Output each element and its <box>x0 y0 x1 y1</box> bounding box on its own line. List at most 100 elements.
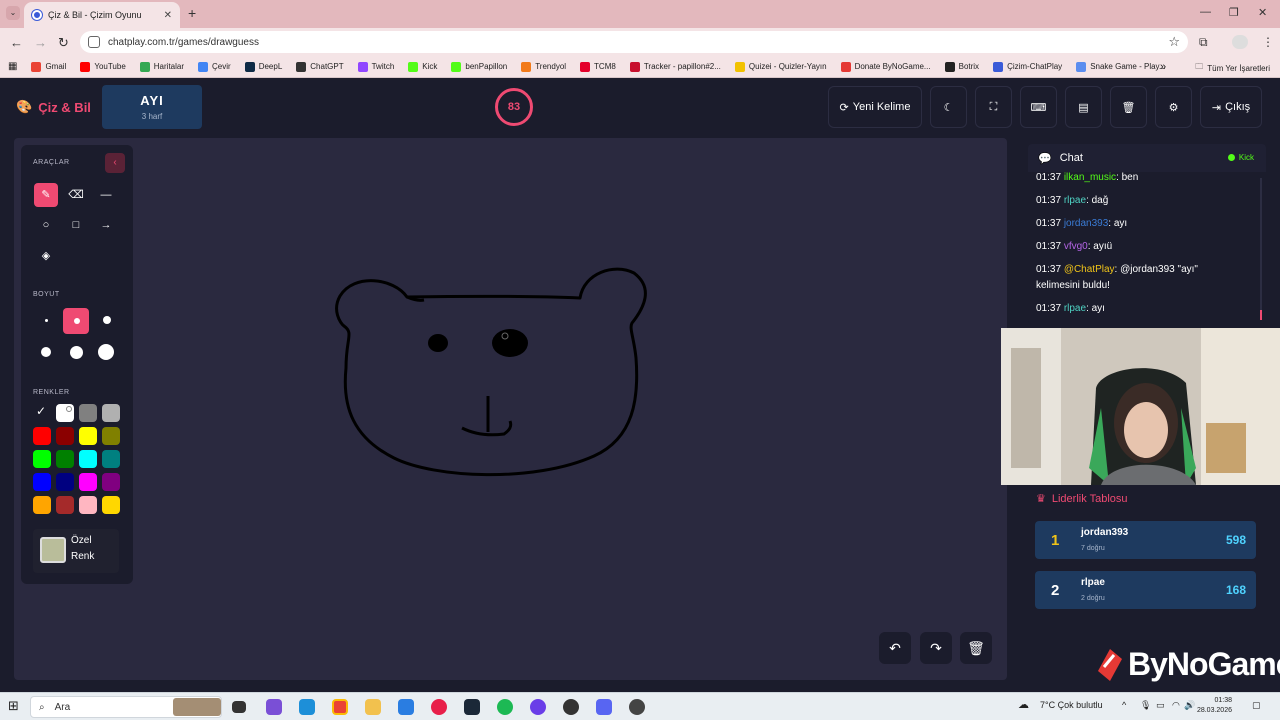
bookmark-item[interactable]: Twitch <box>357 61 394 72</box>
new-tab-button[interactable]: + <box>188 5 196 21</box>
chat-message-user[interactable]: @ChatPlay <box>1064 264 1115 275</box>
back-arrow-icon[interactable]: ← <box>10 35 23 50</box>
bookmark-item[interactable]: Botrix <box>944 61 979 72</box>
archive-button[interactable]: ▤ <box>1065 86 1102 128</box>
browser-tab[interactable]: Çiz & Bil - Çizim Oyunu ✕ <box>24 2 180 28</box>
spotify-icon[interactable] <box>497 699 513 715</box>
color-swatch[interactable] <box>102 473 120 491</box>
weather-text[interactable]: 7°C Çok bulutlu <box>1040 700 1103 710</box>
color-swatch[interactable] <box>79 404 97 422</box>
color-swatch[interactable] <box>33 496 51 514</box>
bookmark-item[interactable]: Çevir <box>198 61 231 72</box>
restore-icon[interactable]: ❐ <box>1229 6 1239 19</box>
bookmark-item[interactable]: Quizei - Quizler-Yayın <box>734 61 827 72</box>
size-option-6[interactable] <box>98 344 114 360</box>
site-info-icon[interactable] <box>88 36 100 48</box>
discord-icon[interactable] <box>596 699 612 715</box>
microphone-icon[interactable]: 🎙 <box>1140 700 1151 711</box>
task-view-icon[interactable] <box>232 701 246 713</box>
exit-button[interactable]: ⇥ Çıkış <box>1200 86 1262 128</box>
address-bar[interactable]: chatplay.com.tr/games/drawguess ☆ <box>80 31 1188 53</box>
forward-arrow-icon[interactable]: → <box>34 35 47 50</box>
color-swatch[interactable] <box>56 496 74 514</box>
color-swatch[interactable] <box>102 427 120 445</box>
bookmark-star-icon[interactable]: ☆ <box>1168 34 1180 50</box>
menu-kebab-icon[interactable]: ⋮ <box>1262 35 1274 49</box>
bookmark-item[interactable]: TCM8 <box>580 61 616 72</box>
apps-grid-icon[interactable]: ▦ <box>8 61 17 72</box>
windows-start-icon[interactable]: ⊞ <box>8 698 24 714</box>
close-tab-icon[interactable]: ✕ <box>164 10 172 21</box>
mail-icon[interactable] <box>398 699 414 715</box>
bookmark-item[interactable]: benPapillon <box>451 61 507 72</box>
edge-icon[interactable] <box>299 699 315 715</box>
bookmark-item[interactable]: DeepL <box>244 61 282 72</box>
chat-message-user[interactable]: jordan393 <box>1064 218 1108 229</box>
color-swatch[interactable] <box>33 473 51 491</box>
app-icon-1[interactable] <box>563 699 579 715</box>
obs-icon[interactable] <box>530 699 546 715</box>
color-swatch[interactable] <box>79 473 97 491</box>
color-swatch[interactable] <box>56 450 74 468</box>
steam-icon[interactable] <box>464 699 480 715</box>
pencil-tool-button[interactable]: ✎ <box>34 183 58 207</box>
bookmark-item[interactable]: ChatGPT <box>296 61 344 72</box>
fill-tool-button[interactable]: ◈ <box>34 244 58 268</box>
tab-search-button[interactable]: ⌄ <box>6 6 20 20</box>
eraser-tool-button[interactable]: ⌫ <box>64 183 88 207</box>
bookmark-item[interactable]: Snake Game - Play... <box>1076 61 1166 72</box>
chat-message-user[interactable]: vfvg0 <box>1064 241 1088 252</box>
size-option-1[interactable] <box>45 319 48 322</box>
network-icon[interactable]: ▭ <box>1156 700 1165 711</box>
color-swatch[interactable] <box>33 427 51 445</box>
color-swatch[interactable] <box>79 427 97 445</box>
all-bookmarks-button[interactable]: 🗀 Tüm Yer İşaretleri <box>1195 61 1270 75</box>
color-swatch[interactable] <box>33 450 51 468</box>
color-swatch[interactable] <box>56 473 74 491</box>
arrow-tool-button[interactable]: → <box>94 213 118 237</box>
bookmark-item[interactable]: Kick <box>408 61 437 72</box>
profile-avatar[interactable] <box>1232 35 1248 49</box>
tray-chevron-icon[interactable]: ^ <box>1122 700 1126 710</box>
notifications-icon[interactable]: ▢ <box>1252 700 1261 711</box>
collapse-panel-button[interactable]: ‹ <box>105 153 125 173</box>
wifi-icon[interactable]: ◠ <box>1172 700 1180 711</box>
chat-scrollbar[interactable] <box>1260 178 1262 320</box>
color-swatch[interactable] <box>56 404 74 422</box>
bookmark-item[interactable]: Donate ByNoGame... <box>840 61 931 72</box>
minimize-icon[interactable]: — <box>1200 6 1211 18</box>
app-icon-2[interactable] <box>629 699 645 715</box>
color-swatch[interactable] <box>102 450 120 468</box>
color-swatch[interactable] <box>102 496 120 514</box>
undo-button[interactable]: ↶ <box>879 632 911 664</box>
chat-message-user[interactable]: rlpae <box>1064 195 1086 206</box>
bookmark-item[interactable]: Haritalar <box>139 61 184 72</box>
color-swatch[interactable] <box>102 404 120 422</box>
color-swatch[interactable] <box>79 496 97 514</box>
copilot-icon[interactable] <box>266 699 282 715</box>
color-swatch[interactable]: ✓ <box>33 404 51 422</box>
line-tool-button[interactable]: — <box>94 183 118 207</box>
bookmark-item[interactable]: Çizim-ChatPlay <box>993 61 1062 72</box>
fullscreen-button[interactable]: ⛶ <box>975 86 1012 128</box>
size-option-4[interactable] <box>41 347 51 357</box>
bookmark-item[interactable]: YouTube <box>80 61 126 72</box>
rectangle-tool-button[interactable]: □ <box>64 213 88 237</box>
extensions-icon[interactable]: ⧉ <box>1199 35 1208 50</box>
chrome-icon[interactable] <box>332 699 348 715</box>
size-option-5[interactable] <box>70 346 83 359</box>
taskbar-clock[interactable]: 01:38 28.03.2026 <box>1196 696 1232 716</box>
bookmark-item[interactable]: Trendyol <box>521 61 566 72</box>
color-swatch[interactable] <box>56 427 74 445</box>
taskbar-search[interactable]: ⌕ Ara <box>30 696 222 718</box>
chat-message-user[interactable]: ilkan_music <box>1064 172 1116 183</box>
bookmarks-more-button[interactable]: » <box>1160 61 1166 73</box>
file-explorer-icon[interactable] <box>365 699 381 715</box>
clear-canvas-button[interactable]: 🗑 <box>960 632 992 664</box>
custom-color-button[interactable]: Özel Renk <box>33 529 119 573</box>
size-option-3[interactable] <box>103 316 111 324</box>
bookmark-item[interactable]: Tracker - papillon#2... <box>629 61 721 72</box>
opera-icon[interactable] <box>431 699 447 715</box>
app-logo[interactable]: 🎨 Çiz & Bil <box>16 99 91 115</box>
color-swatch[interactable] <box>79 450 97 468</box>
